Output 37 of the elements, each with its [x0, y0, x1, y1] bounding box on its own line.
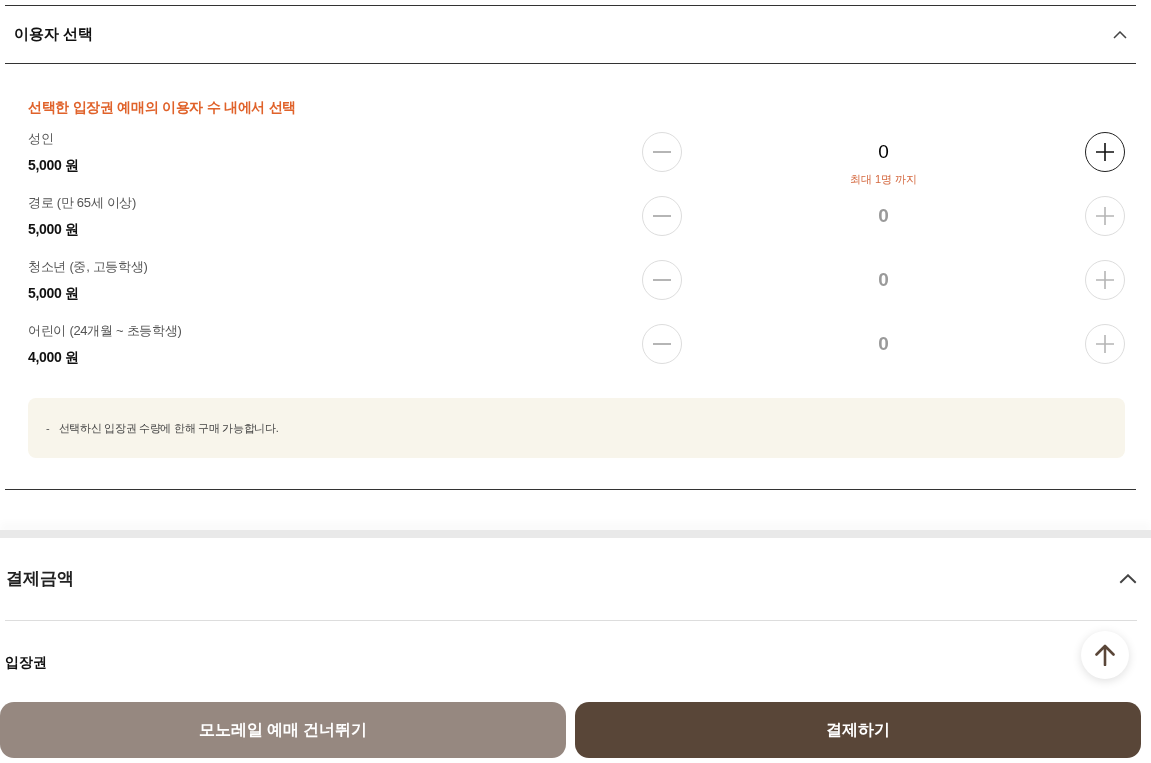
minus-icon	[653, 215, 671, 217]
decrement-button[interactable]	[642, 132, 682, 172]
scroll-to-top-button[interactable]	[1081, 631, 1129, 679]
plus-icon	[1096, 271, 1114, 289]
price-text: 5,000 원	[28, 156, 79, 175]
arrow-up-icon	[1095, 644, 1115, 666]
increment-button[interactable]	[1085, 132, 1125, 172]
ticket-type-label: 경로 (만 65세 이상)	[28, 194, 137, 212]
count-value: 0	[878, 140, 889, 164]
limit-note: 최대 1명 까지	[849, 172, 918, 186]
chevron-up-icon[interactable]	[1113, 30, 1127, 39]
price-text: 4,000 원	[28, 348, 79, 367]
plus-icon	[1096, 207, 1114, 225]
plus-icon	[1096, 335, 1114, 353]
minus-icon	[653, 343, 671, 345]
price-text: 5,000 원	[28, 220, 79, 239]
item-label: 입장권	[5, 653, 47, 672]
bullet-mark: -	[46, 421, 50, 436]
decrement-button[interactable]	[642, 260, 682, 300]
count-value: 0	[878, 204, 889, 228]
section-title: 결제금액	[6, 568, 74, 591]
notice-text: 선택한 입장권 예매의 이용자 수 내에서 선택	[28, 98, 297, 117]
decrement-button[interactable]	[642, 196, 682, 236]
minus-icon	[653, 279, 671, 281]
count-value: 0	[878, 268, 889, 292]
plus-icon	[1096, 143, 1114, 161]
info-text: 선택하신 입장권 수량에 한해 구매 가능합니다.	[58, 421, 279, 436]
price-text: 5,000 원	[28, 284, 79, 303]
section-title: 이용자 선택	[14, 24, 94, 45]
ticket-type-label: 어린이 (24개월 ~ 초등학생)	[28, 322, 182, 340]
decrement-button[interactable]	[642, 324, 682, 364]
ticket-type-label: 청소년 (중, 고등학생)	[28, 258, 148, 276]
minus-icon	[653, 151, 671, 153]
pay-button[interactable]: 결제하기	[575, 702, 1141, 758]
count-value: 0	[878, 332, 889, 356]
ticket-type-label: 성인	[28, 130, 54, 148]
chevron-up-icon[interactable]	[1119, 574, 1137, 584]
